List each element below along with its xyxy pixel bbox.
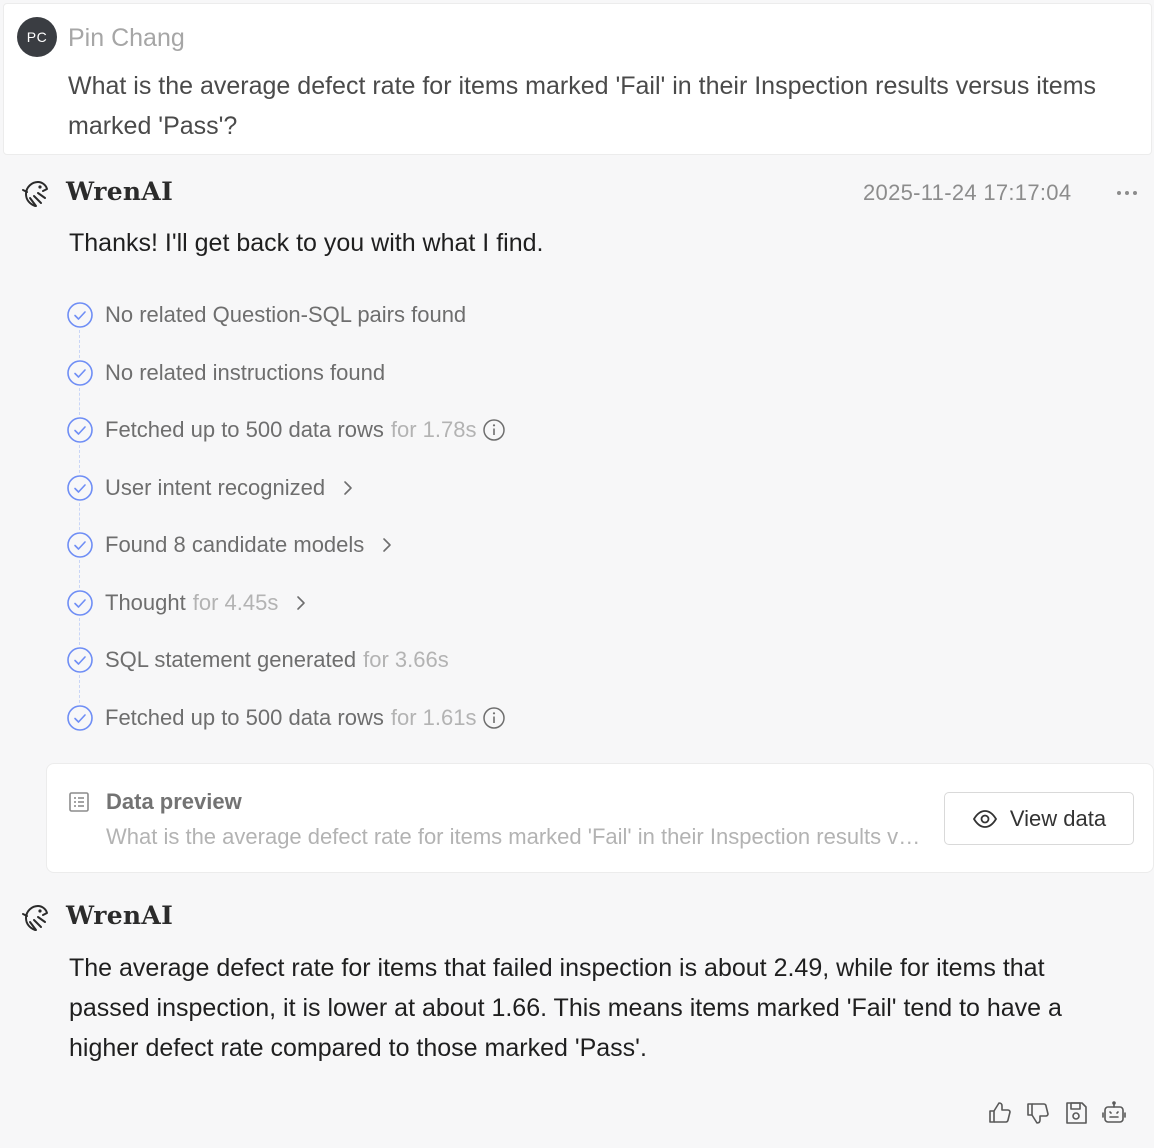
message-timestamp: 2025-11-24 17:17:04	[863, 180, 1072, 205]
step-label: Fetched up to 500 data rows	[105, 705, 384, 730]
step-connector	[79, 675, 80, 703]
wrenai-logo-icon	[22, 181, 48, 207]
step-label: User intent recognized	[105, 475, 326, 500]
data-preview-title: Data preview	[106, 789, 242, 814]
reasoning-step[interactable]: Thought for 4.45s	[66, 588, 310, 618]
save-icon	[1066, 1102, 1087, 1124]
step-label: Found 8 candidate models	[105, 532, 365, 557]
chevron-right-icon[interactable]	[292, 594, 310, 612]
more-options-button[interactable]	[1112, 178, 1142, 208]
step-connector	[79, 560, 80, 588]
user-name: Pin Chang	[68, 24, 185, 52]
reasoning-step: No related instructions found	[66, 358, 385, 388]
data-preview-card: Data preview What is the average defect …	[46, 763, 1154, 873]
check-circle-icon	[67, 417, 93, 443]
acknowledgement-text: Thanks! I'll get back to you with what I…	[69, 229, 544, 257]
chevron-right-icon[interactable]	[339, 479, 357, 497]
step-duration: for 1.78s	[390, 417, 477, 442]
reasoning-step: Fetched up to 500 data rows for 1.61s	[66, 703, 506, 733]
view-data-button[interactable]: View data	[944, 792, 1134, 845]
step-duration: for 1.61s	[390, 705, 477, 730]
step-connector	[79, 388, 80, 415]
robot-icon	[1102, 1101, 1126, 1123]
reasoning-step: SQL statement generated for 3.66s	[66, 645, 449, 675]
step-connector	[79, 503, 80, 530]
thumbs-up-icon	[989, 1102, 1011, 1123]
check-circle-icon	[67, 475, 93, 501]
step-label: No related instructions found	[105, 360, 386, 385]
check-circle-icon	[67, 647, 93, 673]
thumbs-up-button[interactable]	[985, 1098, 1015, 1128]
thumbs-down-button[interactable]	[1023, 1098, 1053, 1128]
eye-icon	[972, 809, 997, 828]
step-label: Thought	[105, 590, 186, 615]
step-duration: for 4.45s	[192, 590, 279, 615]
assistant-name: WrenAI	[66, 177, 174, 206]
save-button[interactable]	[1061, 1098, 1091, 1128]
table-list-icon	[69, 792, 89, 812]
more-dot	[1125, 191, 1129, 195]
step-label: No related Question-SQL pairs found	[105, 302, 467, 327]
reasoning-step: No related Question-SQL pairs found	[66, 300, 466, 330]
step-duration: for 3.66s	[363, 647, 449, 672]
check-circle-icon	[67, 302, 93, 328]
info-icon[interactable]	[482, 706, 506, 730]
chevron-right-icon[interactable]	[378, 536, 396, 554]
more-dot	[1117, 191, 1121, 195]
step-label: Fetched up to 500 data rows	[105, 417, 384, 442]
user-avatar: PC	[17, 17, 57, 57]
check-circle-icon	[67, 705, 93, 731]
answer-assistant-name: WrenAI	[66, 901, 174, 930]
step-label: SQL statement generated	[105, 647, 357, 672]
check-circle-icon	[67, 590, 93, 616]
data-preview-question: What is the average defect rate for item…	[106, 824, 930, 849]
reasoning-step[interactable]: User intent recognized	[66, 473, 357, 503]
check-circle-icon	[67, 532, 93, 558]
user-question: What is the average defect rate for item…	[68, 72, 1097, 140]
step-connector	[79, 445, 80, 473]
reasoning-step[interactable]: Found 8 candidate models	[66, 530, 396, 560]
thumbs-down-icon	[1027, 1103, 1049, 1124]
ask-robot-button[interactable]	[1099, 1098, 1129, 1128]
reasoning-step: Fetched up to 500 data rows for 1.78s	[66, 415, 506, 445]
more-dot	[1133, 191, 1137, 195]
info-icon[interactable]	[482, 418, 506, 442]
wrenai-logo-icon	[22, 905, 48, 931]
step-connector	[79, 618, 80, 645]
check-circle-icon	[67, 360, 93, 386]
answer-text: The average defect rate for items that f…	[69, 954, 1062, 1062]
view-data-label: View data	[1009, 805, 1107, 831]
step-connector	[79, 330, 80, 358]
user-message-card: PC Pin Chang What is the average defect …	[3, 3, 1152, 155]
